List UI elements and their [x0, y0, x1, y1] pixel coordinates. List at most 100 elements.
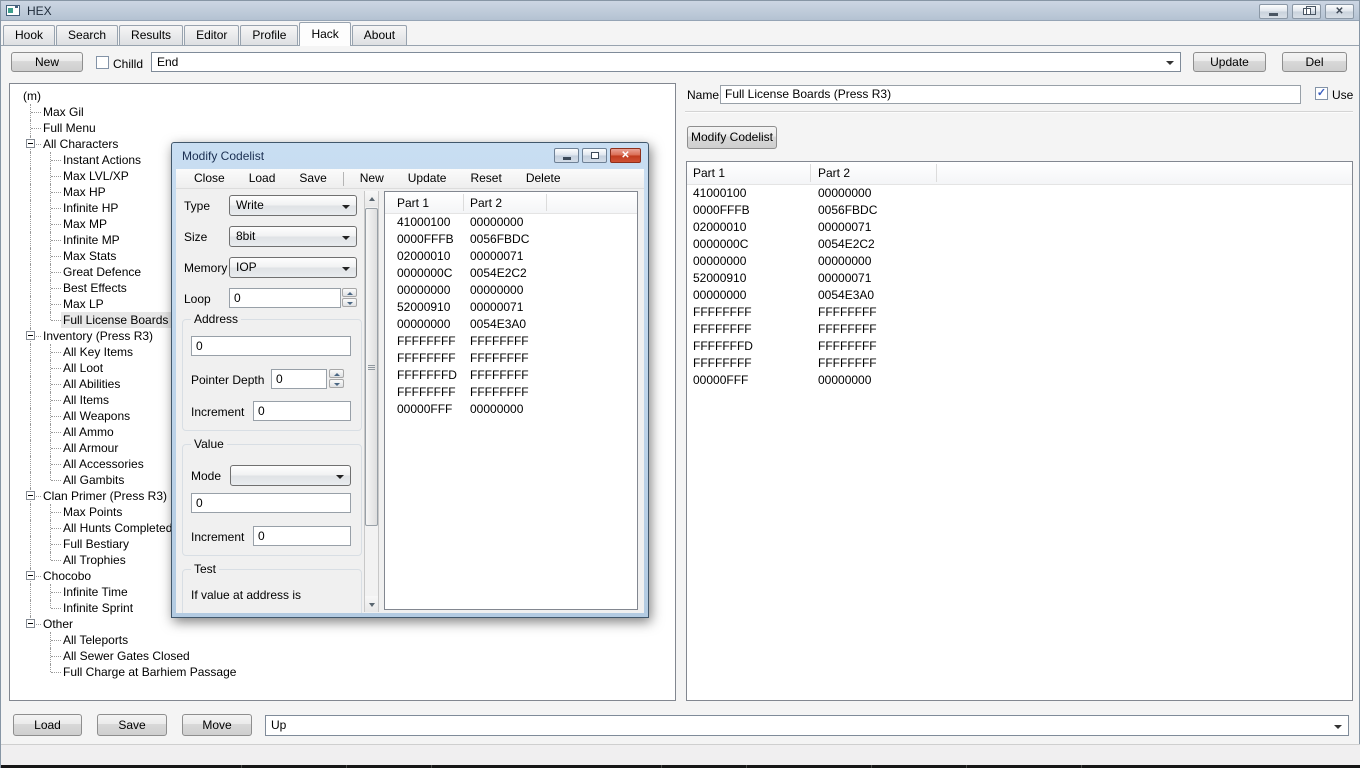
tree-item-label[interactable]: Full Bestiary	[61, 536, 131, 552]
tree-item-label[interactable]: Instant Actions	[61, 152, 143, 168]
code-row[interactable]: FFFFFFFFFFFFFFFF	[385, 333, 637, 350]
dialog-menu-save[interactable]: Save	[287, 169, 338, 188]
spin-down-icon[interactable]	[329, 379, 344, 388]
dialog-close-button[interactable]: ✕	[610, 148, 641, 163]
code-row[interactable]: 0200001000000071	[687, 219, 1352, 236]
dialog-menu-new[interactable]: New	[348, 169, 396, 188]
code-row[interactable]: 0000000C0054E2C2	[687, 236, 1352, 253]
column-part1[interactable]: Part 1	[397, 192, 429, 214]
column-part1[interactable]: Part 1	[693, 162, 725, 185]
tree-expander-minus-icon[interactable]	[26, 571, 35, 580]
code-row[interactable]: 00000FFF00000000	[687, 372, 1352, 389]
code-row[interactable]: FFFFFFFDFFFFFFFF	[385, 367, 637, 384]
tree-item-label[interactable]: All Gambits	[61, 472, 126, 488]
tree-item-label[interactable]: All Key Items	[61, 344, 135, 360]
move-button[interactable]: Move	[182, 714, 252, 736]
code-table-header[interactable]: Part 1 Part 2	[687, 162, 1352, 185]
update-button[interactable]: Update	[1193, 52, 1266, 72]
tree-item[interactable]: All Sewer Gates Closed	[10, 648, 675, 664]
new-button[interactable]: New	[11, 52, 83, 72]
value-increment-input[interactable]: 0	[253, 526, 351, 546]
tree-item[interactable]: (m)	[10, 88, 675, 104]
code-row[interactable]: 5200091000000071	[687, 270, 1352, 287]
tree-item-label[interactable]: All Abilities	[61, 376, 122, 392]
tree-item-label[interactable]: Max HP	[61, 184, 108, 200]
tree-item-label[interactable]: All Armour	[61, 440, 120, 456]
code-row[interactable]: 0000000000000000	[385, 282, 637, 299]
code-row[interactable]: 0000FFFB0056FBDC	[385, 231, 637, 248]
tree-expander-minus-icon[interactable]	[26, 491, 35, 500]
tab-results[interactable]: Results	[119, 25, 183, 45]
use-checkbox[interactable]: ✓	[1315, 87, 1328, 100]
code-row[interactable]: 4100010000000000	[687, 185, 1352, 202]
pointer-depth-spinner[interactable]	[329, 369, 344, 389]
code-row[interactable]: 4100010000000000	[385, 214, 637, 231]
code-row[interactable]: 5200091000000071	[385, 299, 637, 316]
chilld-checkbox[interactable]	[96, 56, 109, 69]
tree-item-label[interactable]: Full Charge at Barhiem Passage	[61, 664, 238, 680]
tree-item-label[interactable]: Infinite HP	[61, 200, 120, 216]
address-input[interactable]: 0	[191, 336, 351, 356]
size-combobox[interactable]: 8bit	[229, 226, 357, 247]
tree-item-label[interactable]: Inventory (Press R3)	[41, 328, 155, 344]
tree-item-label[interactable]: Infinite MP	[61, 232, 122, 248]
dialog-menu-update[interactable]: Update	[396, 169, 459, 188]
tree-item-label[interactable]: Max Gil	[41, 104, 86, 120]
tree-item-label[interactable]: Chocobo	[41, 568, 93, 584]
loop-spinner[interactable]	[342, 288, 357, 308]
del-button[interactable]: Del	[1282, 52, 1347, 72]
tree-item-label[interactable]: All Sewer Gates Closed	[61, 648, 192, 664]
code-row[interactable]: 00000FFF00000000	[385, 401, 637, 418]
end-combobox[interactable]: End	[151, 52, 1181, 72]
dialog-menu-reset[interactable]: Reset	[458, 169, 513, 188]
code-row[interactable]: FFFFFFFFFFFFFFFF	[687, 304, 1352, 321]
tree-item-label[interactable]: Max LVL/XP	[61, 168, 131, 184]
column-part2[interactable]: Part 2	[818, 162, 850, 185]
tree-item[interactable]: Max Gil	[10, 104, 675, 120]
tree-expander-minus-icon[interactable]	[26, 139, 35, 148]
code-row[interactable]: 0000000000000000	[687, 253, 1352, 270]
code-row[interactable]: 000000000054E3A0	[687, 287, 1352, 304]
tab-profile[interactable]: Profile	[240, 25, 298, 45]
code-row[interactable]: 000000000054E3A0	[385, 316, 637, 333]
tree-item[interactable]: Other	[10, 616, 675, 632]
dialog-code-list[interactable]: Part 1 Part 2 41000100000000000000FFFB00…	[384, 191, 638, 610]
tab-search[interactable]: Search	[56, 25, 118, 45]
scroll-up-icon[interactable]	[365, 191, 378, 207]
scroll-down-icon[interactable]	[365, 596, 378, 612]
dialog-menu-load[interactable]: Load	[237, 169, 288, 188]
pointer-depth-input[interactable]: 0	[271, 369, 327, 389]
tab-hack[interactable]: Hack	[299, 22, 350, 46]
dialog-maximize-button[interactable]	[582, 148, 607, 163]
dialog-scrollbar[interactable]	[364, 191, 379, 612]
value-input[interactable]: 0	[191, 493, 351, 513]
tree-item-label[interactable]: Max Points	[61, 504, 124, 520]
tree-item-label[interactable]: Max Stats	[61, 248, 118, 264]
memory-combobox[interactable]: IOP	[229, 257, 357, 278]
scrollbar-thumb[interactable]	[365, 208, 378, 526]
code-row[interactable]: 0000FFFB0056FBDC	[687, 202, 1352, 219]
name-input[interactable]: Full License Boards (Press R3)	[720, 85, 1301, 104]
code-table[interactable]: Part 1 Part 2 41000100000000000000FFFB00…	[686, 161, 1353, 701]
code-row[interactable]: FFFFFFFFFFFFFFFF	[687, 355, 1352, 372]
spin-down-icon[interactable]	[342, 298, 357, 307]
dialog-code-list-header[interactable]: Part 1 Part 2	[385, 192, 637, 214]
tree-item-label[interactable]: Great Defence	[61, 264, 143, 280]
tree-item-label[interactable]: Other	[41, 616, 75, 632]
spin-up-icon[interactable]	[342, 288, 357, 297]
tree-item[interactable]: Full Menu	[10, 120, 675, 136]
tree-item-label[interactable]: All Weapons	[61, 408, 132, 424]
tree-item[interactable]: All Teleports	[10, 632, 675, 648]
tree-item-label[interactable]: All Teleports	[61, 632, 130, 648]
tab-about[interactable]: About	[352, 25, 407, 45]
code-row[interactable]: 0000000C0054E2C2	[385, 265, 637, 282]
close-button[interactable]: ✕	[1325, 4, 1354, 19]
tree-item[interactable]: Full Charge at Barhiem Passage	[10, 664, 675, 680]
minimize-button[interactable]	[1259, 4, 1288, 19]
dialog-menu-close[interactable]: Close	[182, 169, 237, 188]
code-row[interactable]: FFFFFFFFFFFFFFFF	[385, 384, 637, 401]
tree-expander-minus-icon[interactable]	[26, 619, 35, 628]
modify-codelist-button[interactable]: Modify Codelist	[687, 126, 777, 149]
tree-item-label[interactable]: All Loot	[61, 360, 105, 376]
tab-editor[interactable]: Editor	[184, 25, 239, 45]
